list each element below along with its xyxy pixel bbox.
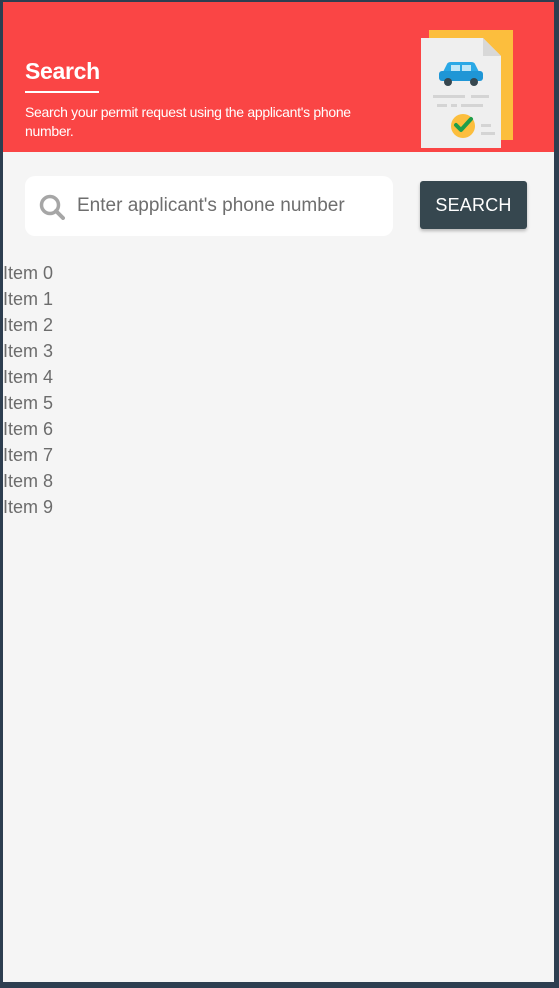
app-screen: Search Search your permit request using … [3, 2, 554, 982]
list-item[interactable]: Item 7 [3, 442, 554, 468]
list-item[interactable]: Item 8 [3, 468, 554, 494]
list-item[interactable]: Item 0 [3, 260, 554, 286]
page-subtitle: Search your permit request using the app… [25, 104, 351, 139]
page-title: Search [25, 58, 100, 84]
title-underline [25, 91, 99, 93]
list-item[interactable]: Item 5 [3, 390, 554, 416]
search-box [25, 176, 393, 236]
list-item[interactable]: Item 1 [3, 286, 554, 312]
list-item[interactable]: Item 3 [3, 338, 554, 364]
list-item[interactable]: Item 6 [3, 416, 554, 442]
car-permit-document-icon [421, 30, 513, 148]
list-item[interactable]: Item 4 [3, 364, 554, 390]
list-item[interactable]: Item 2 [3, 312, 554, 338]
phone-search-input[interactable] [77, 176, 377, 236]
header-banner: Search Search your permit request using … [3, 2, 554, 152]
results-list: Item 0 Item 1 Item 2 Item 3 Item 4 Item … [3, 260, 554, 520]
search-icon [39, 194, 65, 220]
search-button[interactable]: SEARCH [420, 181, 527, 229]
list-item[interactable]: Item 9 [3, 494, 554, 520]
